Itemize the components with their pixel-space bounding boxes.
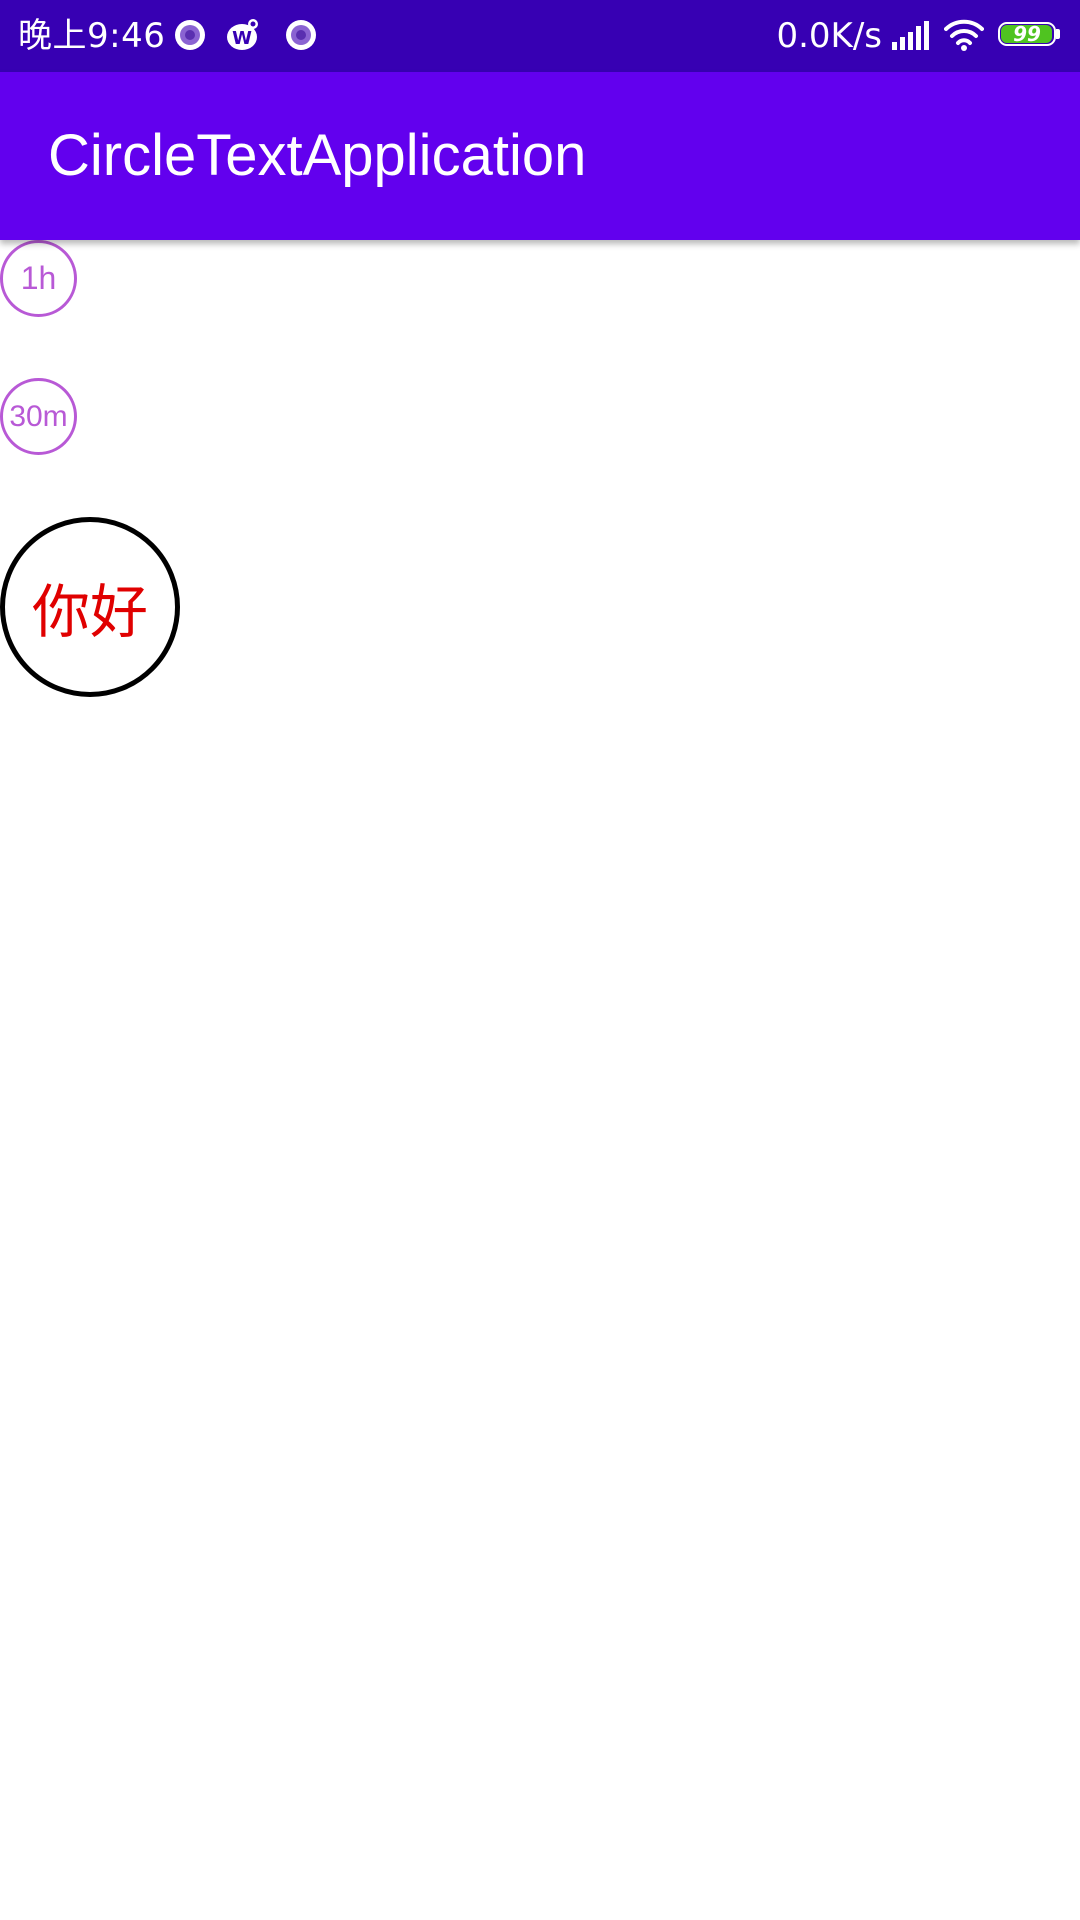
app-title: CircleTextApplication <box>48 123 587 188</box>
battery-icon: 99 <box>998 22 1064 50</box>
circle-text-30m[interactable]: 30m <box>0 378 77 455</box>
svg-text:W: W <box>232 28 252 49</box>
notification-app-icon <box>286 20 316 50</box>
signal-icon <box>892 21 929 50</box>
battery-level: 99 <box>1013 22 1041 46</box>
wifi-icon <box>944 19 984 51</box>
notification-app-icon <box>175 20 205 50</box>
status-bar: 晚上9:46 W 0.0K/s 99 <box>0 0 1080 72</box>
app-bar: CircleTextApplication <box>0 72 1080 240</box>
network-speed: 0.0K/s <box>776 16 882 56</box>
weibo-icon: W <box>227 19 258 50</box>
status-time: 晚上9:46 <box>18 16 166 56</box>
circle-text-nihao[interactable]: 你好 <box>0 517 180 697</box>
circle-text-1h[interactable]: 1h <box>0 240 77 317</box>
